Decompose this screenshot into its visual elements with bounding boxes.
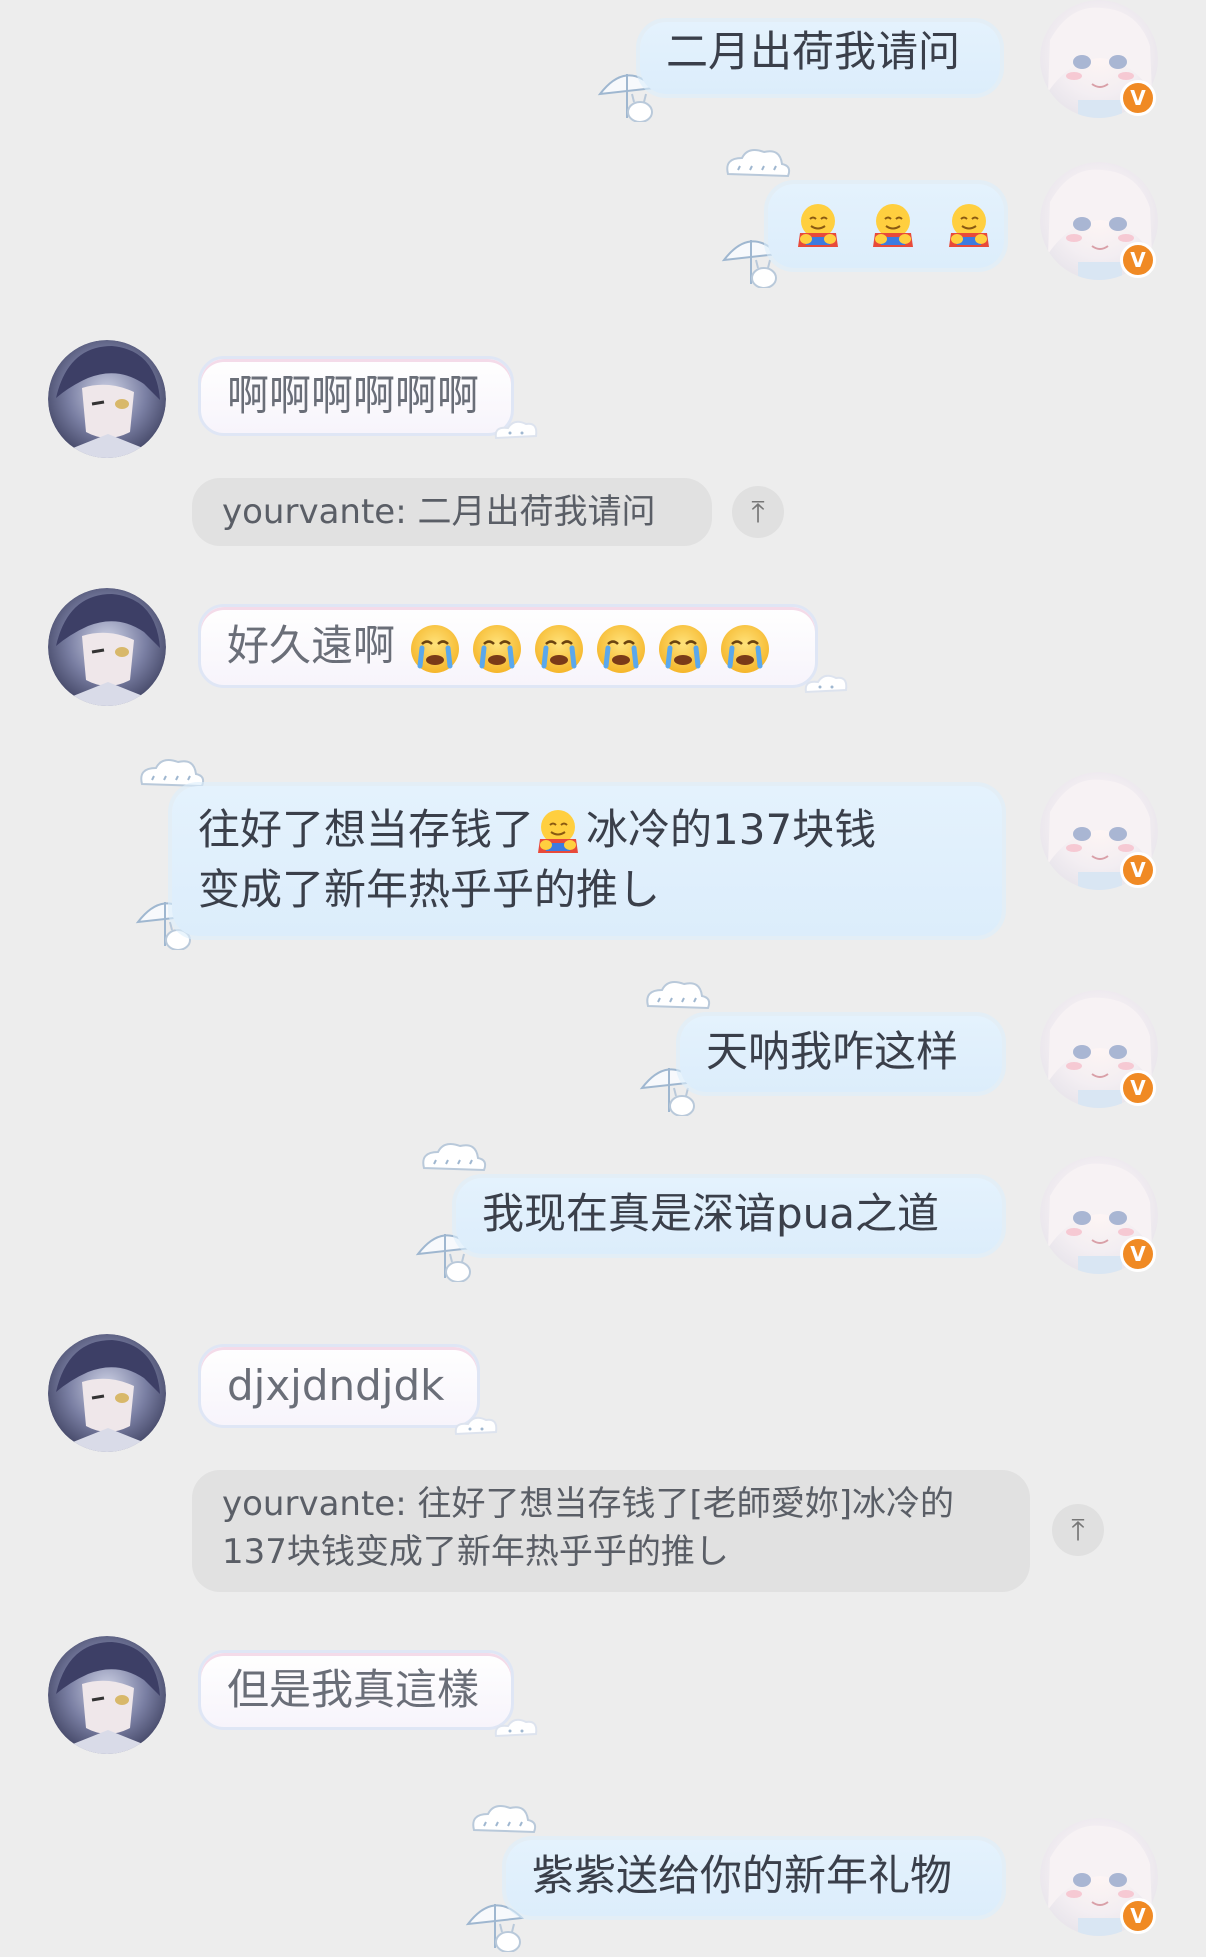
crying-face-emoji [594,622,648,676]
crying-face-emoji [656,622,710,676]
cloud-decoration-icon [726,149,791,177]
star-cloud-decoration-icon [454,1416,498,1435]
hugging-face-emoji [797,202,839,248]
message-line-1: 往好了想当存钱了 冰冷的137块钱 [198,800,976,860]
message-bubble[interactable]: 好久遠啊 [198,604,818,688]
avatar-contact[interactable] [48,1334,166,1452]
quoted-message[interactable]: yourvante: 二月出荷我请问 [192,478,712,546]
hugging-face-emoji [947,202,990,248]
message-bubble[interactable]: 二月出荷我请问 [640,22,1000,94]
avatar-self[interactable]: V [1040,0,1158,118]
avatar-contact[interactable] [48,340,166,458]
message-bubble[interactable]: 啊啊啊啊啊啊 [198,356,514,436]
avatar-self[interactable]: V [1040,1818,1158,1936]
message-bubble[interactable]: 紫紫送给你的新年礼物 [506,1840,1002,1916]
message-text: 但是我真這樣 [227,1665,480,1714]
message-text: 紫紫送给你的新年礼物 [532,1851,953,1900]
message-text: 二月出荷我请问 [666,27,961,76]
verified-badge-icon: V [1120,1898,1156,1934]
message-text: djxjdndjdk [227,1361,445,1410]
quoted-message-text: yourvante: 往好了想当存钱了[老師愛妳]冰冷的137块钱变成了新年热乎… [222,1484,954,1572]
crying-face-emoji [718,622,772,676]
crying-face-emoji [470,622,524,676]
message-bubble[interactable]: 我现在真是深谙pua之道 [456,1178,1002,1254]
avatar-self[interactable]: V [1040,162,1158,280]
cloud-decoration-icon [140,759,205,787]
hugging-face-emoji [872,202,915,248]
cloud-decoration-icon [422,1143,487,1171]
avatar-contact[interactable] [48,588,166,706]
quoted-message[interactable]: yourvante: 往好了想当存钱了[老師愛妳]冰冷的137块钱变成了新年热乎… [192,1470,1030,1592]
message-bubble[interactable]: 但是我真這樣 [198,1650,514,1730]
crying-face-emoji [532,622,586,676]
message-text: 我现在真是深谙pua之道 [482,1189,940,1238]
message-text: 天呐我咋这样 [706,1027,959,1076]
quoted-message-text: yourvante: 二月出荷我请问 [222,492,656,532]
message-bubble[interactable]: djxjdndjdk [198,1344,480,1428]
avatar-self[interactable]: V [1040,990,1158,1108]
avatar-self[interactable]: V [1040,772,1158,890]
star-cloud-decoration-icon [494,1718,538,1737]
jump-to-quote-icon[interactable]: ⤒ [1052,1504,1104,1556]
crying-face-emoji [408,622,462,676]
verified-badge-icon: V [1120,1236,1156,1272]
message-text: 往好了想当存钱了 [198,805,535,854]
jump-to-quote-icon[interactable]: ⤒ [732,486,784,538]
message-bubble[interactable]: 天呐我咋这样 [680,1016,1002,1092]
avatar-self[interactable]: V [1040,1156,1158,1274]
star-cloud-decoration-icon [804,674,848,693]
verified-badge-icon: V [1120,242,1156,278]
message-text: 啊啊啊啊啊啊 [227,371,480,420]
message-text: 冰冷的137块钱 [586,805,877,854]
cloud-decoration-icon [646,981,711,1009]
verified-badge-icon: V [1120,80,1156,116]
message-line-2: 变成了新年热乎乎的推し [198,865,661,914]
verified-badge-icon: V [1120,1070,1156,1106]
cloud-decoration-icon [472,1805,537,1833]
star-cloud-decoration-icon [494,420,538,439]
message-bubble[interactable]: 往好了想当存钱了 冰冷的137块钱 变成了新年热乎乎的推し [172,786,1002,936]
message-text: 好久遠啊 [227,621,396,670]
message-bubble[interactable] [768,184,1004,268]
avatar-contact[interactable] [48,1636,166,1754]
verified-badge-icon: V [1120,852,1156,888]
hugging-face-emoji [537,808,580,854]
